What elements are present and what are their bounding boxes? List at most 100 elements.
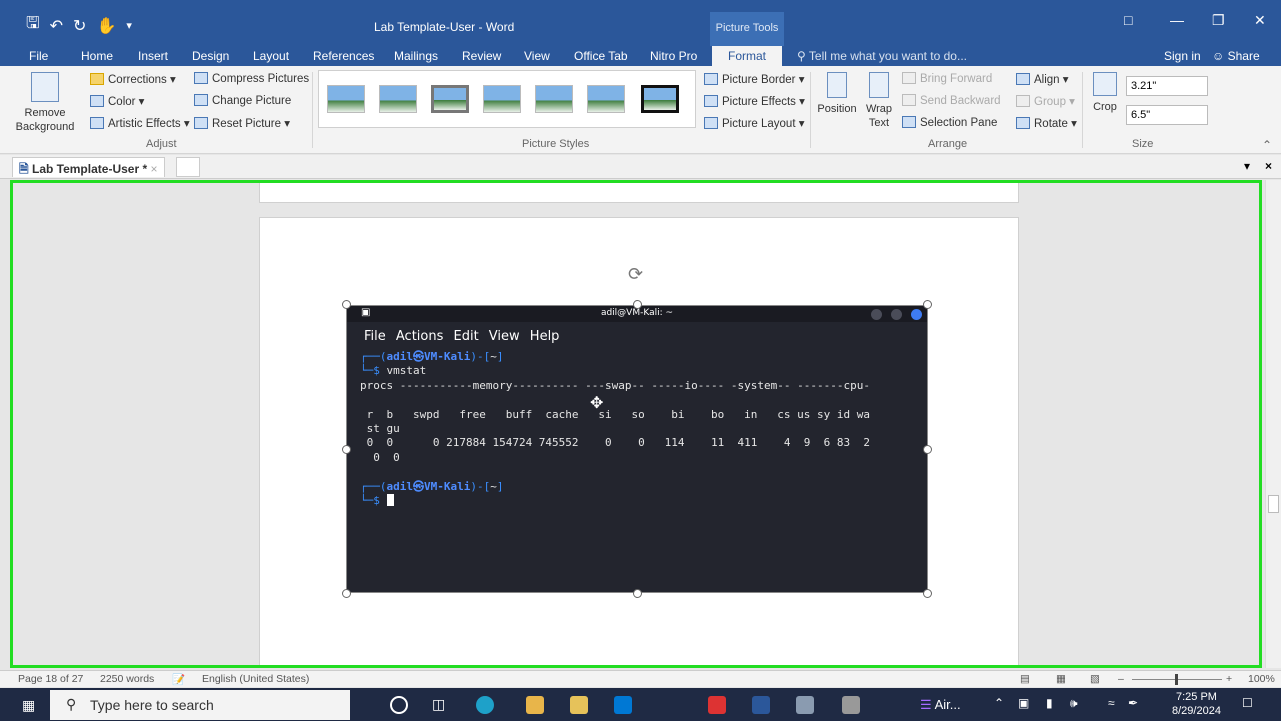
- share-button[interactable]: ☺ Share: [1212, 49, 1260, 63]
- tab-references[interactable]: References: [313, 49, 374, 63]
- resize-handle[interactable]: [923, 589, 932, 598]
- style-thumb[interactable]: [535, 85, 573, 113]
- restore-icon[interactable]: ❐: [1212, 12, 1225, 29]
- pen-icon[interactable]: ✒: [1128, 696, 1138, 710]
- wifi-icon[interactable]: ≈: [1108, 696, 1115, 710]
- tab-file[interactable]: File: [29, 49, 48, 63]
- print-layout-icon[interactable]: ▦: [1056, 673, 1066, 685]
- minimize-icon[interactable]: —: [1170, 12, 1184, 28]
- resize-handle[interactable]: [342, 589, 351, 598]
- proofing-icon[interactable]: 📝: [172, 673, 185, 686]
- app-icon[interactable]: [708, 696, 726, 714]
- store-icon[interactable]: [570, 696, 588, 714]
- word-icon[interactable]: [752, 696, 770, 714]
- picture-border-button[interactable]: Picture Border ▾: [704, 72, 804, 86]
- resize-handle[interactable]: [923, 445, 932, 454]
- send-backward-button[interactable]: Send Backward: [902, 94, 1001, 107]
- crop-button[interactable]: Crop: [1088, 72, 1122, 114]
- cortana-icon[interactable]: [390, 696, 408, 714]
- tab-insert[interactable]: Insert: [138, 49, 168, 63]
- zoom-level[interactable]: 100%: [1248, 673, 1275, 685]
- resize-handle[interactable]: [633, 300, 642, 309]
- rotate-button[interactable]: Rotate ▾: [1016, 116, 1077, 130]
- undo-icon[interactable]: ↶: [50, 16, 63, 36]
- position-button[interactable]: Position: [814, 72, 860, 116]
- resize-handle[interactable]: [342, 445, 351, 454]
- new-tab-button[interactable]: [176, 157, 200, 177]
- picture-effects-button[interactable]: Picture Effects ▾: [704, 94, 805, 108]
- system-clock[interactable]: 7:25 PM 8/29/2024: [1172, 690, 1221, 718]
- page-count[interactable]: Page 18 of 27: [18, 673, 83, 685]
- mail-icon[interactable]: [614, 696, 632, 714]
- sign-in-link[interactable]: Sign in: [1164, 49, 1201, 63]
- tab-mailings[interactable]: Mailings: [394, 49, 438, 63]
- read-mode-icon[interactable]: ▤: [1020, 673, 1030, 685]
- style-thumb[interactable]: [431, 85, 469, 113]
- save-icon[interactable]: 🖫: [26, 12, 40, 39]
- tab-format[interactable]: Format: [712, 46, 782, 66]
- touch-mode-icon[interactable]: ✋: [96, 16, 116, 36]
- picture-layout-button[interactable]: Picture Layout ▾: [704, 116, 804, 130]
- reset-picture-button[interactable]: Reset Picture ▾: [194, 116, 290, 130]
- air-app-button[interactable]: ☰ Air...: [920, 697, 961, 713]
- tab-view[interactable]: View: [524, 49, 550, 63]
- tab-list-icon[interactable]: ▾: [1244, 159, 1250, 173]
- battery-icon[interactable]: ▮: [1046, 696, 1053, 710]
- height-input[interactable]: 3.21": [1126, 76, 1208, 96]
- style-thumb[interactable]: [327, 85, 365, 113]
- style-thumb[interactable]: [587, 85, 625, 113]
- change-picture-button[interactable]: Change Picture: [194, 94, 291, 107]
- tab-office-tab[interactable]: Office Tab: [574, 49, 628, 63]
- redo-icon[interactable]: ↻: [73, 16, 86, 36]
- width-input[interactable]: 6.5": [1126, 105, 1208, 125]
- close-icon[interactable]: ✕: [1254, 12, 1266, 29]
- style-thumb[interactable]: [379, 85, 417, 113]
- resize-handle[interactable]: [923, 300, 932, 309]
- tab-layout[interactable]: Layout: [253, 49, 289, 63]
- tab-nitro-pro[interactable]: Nitro Pro: [650, 49, 697, 63]
- bring-forward-button[interactable]: Bring Forward: [902, 72, 992, 85]
- scroll-thumb[interactable]: [1268, 495, 1279, 513]
- volume-icon[interactable]: 🕪: [1070, 696, 1078, 711]
- corrections-button[interactable]: Corrections ▾: [90, 72, 176, 86]
- rotate-handle-icon[interactable]: ⟳: [628, 264, 643, 285]
- artistic-effects-button[interactable]: Artistic Effects ▾: [90, 116, 190, 130]
- notification-icon[interactable]: ☐: [1242, 696, 1253, 710]
- word-count[interactable]: 2250 words: [100, 673, 154, 685]
- vertical-scrollbar[interactable]: [1265, 180, 1281, 668]
- task-view-icon[interactable]: ◫: [432, 696, 450, 714]
- windows-start-icon[interactable]: ▦: [22, 697, 35, 714]
- close-document-icon[interactable]: ×: [1265, 159, 1272, 173]
- file-explorer-icon[interactable]: [526, 696, 544, 714]
- tab-home[interactable]: Home: [81, 49, 113, 63]
- tab-design[interactable]: Design: [192, 49, 229, 63]
- compress-pictures-button[interactable]: Compress Pictures: [194, 72, 309, 85]
- document-tab[interactable]: 🗎 Lab Template-User * ×: [12, 157, 165, 177]
- zoom-in-icon[interactable]: +: [1226, 673, 1232, 685]
- zoom-out-icon[interactable]: –: [1118, 673, 1124, 685]
- tray-chevron-icon[interactable]: ⌃: [994, 696, 1004, 710]
- ribbon-display-icon[interactable]: □: [1124, 12, 1132, 28]
- tab-review[interactable]: Review: [462, 49, 501, 63]
- web-layout-icon[interactable]: ▧: [1090, 673, 1100, 685]
- taskbar-search[interactable]: ⚲ Type here to search: [50, 690, 350, 720]
- close-tab-icon[interactable]: ×: [150, 162, 157, 176]
- wrap-text-button[interactable]: Wrap Text: [860, 72, 898, 130]
- color-button[interactable]: Color ▾: [90, 94, 144, 108]
- style-thumb[interactable]: [483, 85, 521, 113]
- tell-me-search[interactable]: ⚲ Tell me what you want to do...: [797, 49, 967, 63]
- resize-handle[interactable]: [633, 589, 642, 598]
- align-button[interactable]: Align ▾: [1016, 72, 1069, 86]
- customize-icon[interactable]: ▾: [126, 19, 132, 32]
- app-icon[interactable]: [796, 696, 814, 714]
- remove-background-button[interactable]: Remove Background: [12, 72, 78, 134]
- edge-icon[interactable]: [476, 696, 494, 714]
- collapse-ribbon-icon[interactable]: ⌃: [1262, 138, 1272, 152]
- app-icon[interactable]: [842, 696, 860, 714]
- resize-handle[interactable]: [342, 300, 351, 309]
- tray-app-icon[interactable]: ▣: [1018, 696, 1029, 710]
- terminal-screenshot-image[interactable]: ▣ adil@VM-Kali: ~ File Actions Edit View…: [346, 305, 928, 593]
- zoom-slider-thumb[interactable]: [1175, 674, 1178, 685]
- language-status[interactable]: English (United States): [202, 673, 309, 685]
- selection-pane-button[interactable]: Selection Pane: [902, 116, 997, 129]
